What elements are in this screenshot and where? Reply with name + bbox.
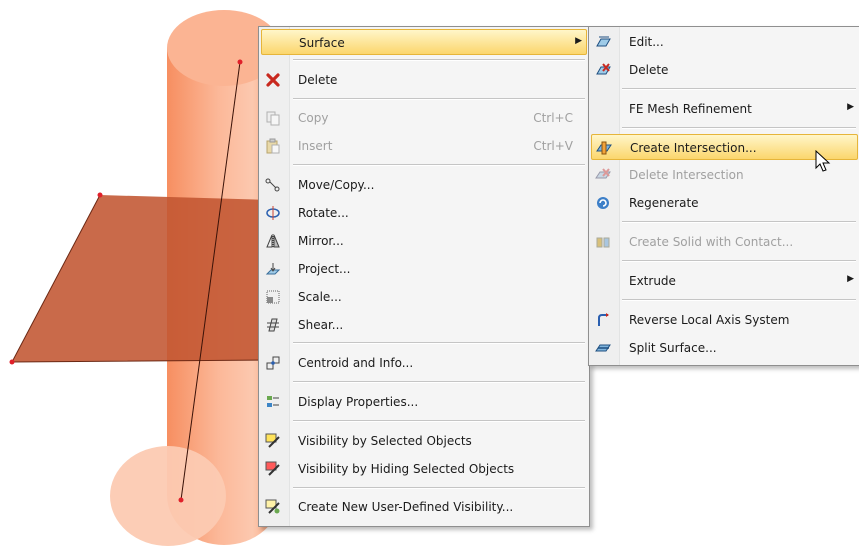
menu-item-shear[interactable]: Shear... bbox=[261, 312, 587, 338]
cylinder-bottom-cap bbox=[110, 446, 226, 546]
menu-separator bbox=[293, 342, 585, 344]
regenerate-icon bbox=[594, 194, 612, 212]
menu-item-visibility-hiding[interactable]: Visibility by Hiding Selected Objects bbox=[261, 456, 587, 482]
delete-intersection-icon bbox=[594, 166, 612, 184]
menu-item-centroid-info[interactable]: Centroid and Info... bbox=[261, 350, 587, 376]
menu-item-label: Reverse Local Axis System bbox=[629, 313, 790, 327]
menu-item-label: Delete bbox=[298, 73, 338, 87]
menu-item-label: Edit... bbox=[629, 35, 664, 49]
delete-surface-icon bbox=[594, 61, 612, 79]
node-point[interactable] bbox=[97, 192, 103, 198]
menu-item-scale[interactable]: Scale... bbox=[261, 284, 587, 310]
visibility-selected-icon bbox=[264, 432, 282, 450]
menu-item-label: Shear... bbox=[298, 318, 344, 332]
paste-icon bbox=[264, 137, 282, 155]
menu-item-label: Visibility by Hiding Selected Objects bbox=[298, 462, 515, 476]
menu-item-label: Insert bbox=[298, 139, 333, 153]
copy-icon bbox=[264, 109, 282, 127]
submenu-arrow-icon: ▶ bbox=[575, 36, 582, 46]
menu-item-label: Delete Intersection bbox=[629, 168, 744, 182]
menu-item-label: Delete bbox=[629, 63, 669, 77]
submenu-item-regenerate[interactable]: Regenerate bbox=[591, 190, 858, 216]
plane-surface[interactable] bbox=[12, 195, 270, 362]
menu-item-label: Scale... bbox=[298, 290, 342, 304]
split-surface-icon bbox=[594, 339, 612, 357]
submenu-item-reverse-local-axis[interactable]: Reverse Local Axis System bbox=[591, 307, 858, 333]
menu-separator bbox=[293, 381, 585, 383]
mirror-icon bbox=[264, 232, 282, 250]
menu-item-label: Rotate... bbox=[298, 206, 349, 220]
menu-item-move-copy[interactable]: Move/Copy... bbox=[261, 172, 587, 198]
menu-item-project[interactable]: Project... bbox=[261, 256, 587, 282]
solid-contact-icon bbox=[594, 233, 612, 251]
delete-x-icon bbox=[264, 71, 282, 89]
reverse-axis-icon bbox=[594, 311, 612, 329]
menu-item-visibility-selected[interactable]: Visibility by Selected Objects bbox=[261, 428, 587, 454]
submenu-item-delete[interactable]: Delete bbox=[591, 57, 858, 83]
context-menu: Surface ▶ Delete Copy Ctrl+C Insert Ctrl… bbox=[258, 26, 590, 527]
menu-item-label: Display Properties... bbox=[298, 395, 419, 409]
menu-separator bbox=[293, 487, 585, 489]
shortcut-text: Ctrl+V bbox=[533, 139, 573, 153]
menu-item-copy[interactable]: Copy Ctrl+C bbox=[261, 105, 587, 131]
menu-separator bbox=[293, 98, 585, 100]
menu-separator bbox=[622, 299, 856, 301]
menu-item-surface[interactable]: Surface ▶ bbox=[261, 29, 587, 55]
menu-item-label: Surface bbox=[299, 36, 345, 50]
surface-submenu: Edit... Delete FE Mesh Refinement ▶ Crea… bbox=[588, 26, 859, 366]
submenu-item-split-surface[interactable]: Split Surface... bbox=[591, 335, 858, 361]
menu-item-mirror[interactable]: Mirror... bbox=[261, 228, 587, 254]
mouse-cursor-icon bbox=[815, 150, 831, 172]
menu-item-display-properties[interactable]: Display Properties... bbox=[261, 389, 587, 415]
menu-separator bbox=[293, 420, 585, 422]
menu-separator bbox=[622, 260, 856, 262]
submenu-item-fe-mesh-refinement[interactable]: FE Mesh Refinement ▶ bbox=[591, 96, 858, 122]
menu-item-label: Copy bbox=[298, 111, 329, 125]
menu-item-rotate[interactable]: Rotate... bbox=[261, 200, 587, 226]
submenu-arrow-icon: ▶ bbox=[847, 102, 854, 112]
shortcut-text: Ctrl+C bbox=[533, 111, 573, 125]
menu-item-label: FE Mesh Refinement bbox=[629, 102, 752, 116]
menu-item-label: Create New User-Defined Visibility... bbox=[298, 500, 514, 514]
submenu-item-extrude[interactable]: Extrude ▶ bbox=[591, 268, 858, 294]
centroid-icon bbox=[264, 354, 282, 372]
new-visibility-icon bbox=[264, 498, 282, 516]
edit-surface-icon bbox=[594, 33, 612, 51]
menu-item-insert[interactable]: Insert Ctrl+V bbox=[261, 133, 587, 159]
menu-item-label: Regenerate bbox=[629, 196, 699, 210]
menu-item-delete[interactable]: Delete bbox=[261, 67, 587, 93]
menu-item-label: Project... bbox=[298, 262, 351, 276]
submenu-item-edit[interactable]: Edit... bbox=[591, 29, 858, 55]
rotate-icon bbox=[264, 204, 282, 222]
menu-item-label: Create Intersection... bbox=[630, 141, 757, 155]
menu-item-label: Split Surface... bbox=[629, 341, 717, 355]
menu-separator bbox=[293, 164, 585, 166]
menu-separator bbox=[622, 221, 856, 223]
menu-item-label: Visibility by Selected Objects bbox=[298, 434, 472, 448]
move-copy-icon bbox=[264, 176, 282, 194]
menu-item-label: Move/Copy... bbox=[298, 178, 375, 192]
node-point[interactable] bbox=[9, 359, 15, 365]
scale-icon bbox=[264, 288, 282, 306]
menu-separator bbox=[622, 88, 856, 90]
menu-separator bbox=[622, 127, 856, 129]
menu-item-new-visibility[interactable]: Create New User-Defined Visibility... bbox=[261, 494, 587, 520]
node-point[interactable] bbox=[178, 497, 184, 503]
menu-item-label: Extrude bbox=[629, 274, 676, 288]
create-intersection-icon bbox=[595, 139, 613, 157]
menu-item-label: Centroid and Info... bbox=[298, 356, 414, 370]
submenu-arrow-icon: ▶ bbox=[847, 274, 854, 284]
display-properties-icon bbox=[264, 393, 282, 411]
shear-icon bbox=[264, 316, 282, 334]
visibility-hiding-icon bbox=[264, 460, 282, 478]
submenu-item-create-solid-contact[interactable]: Create Solid with Contact... bbox=[591, 229, 858, 255]
menu-separator bbox=[293, 59, 585, 61]
menu-item-label: Create Solid with Contact... bbox=[629, 235, 794, 249]
project-icon bbox=[264, 260, 282, 278]
menu-item-label: Mirror... bbox=[298, 234, 344, 248]
node-point[interactable] bbox=[237, 59, 243, 65]
